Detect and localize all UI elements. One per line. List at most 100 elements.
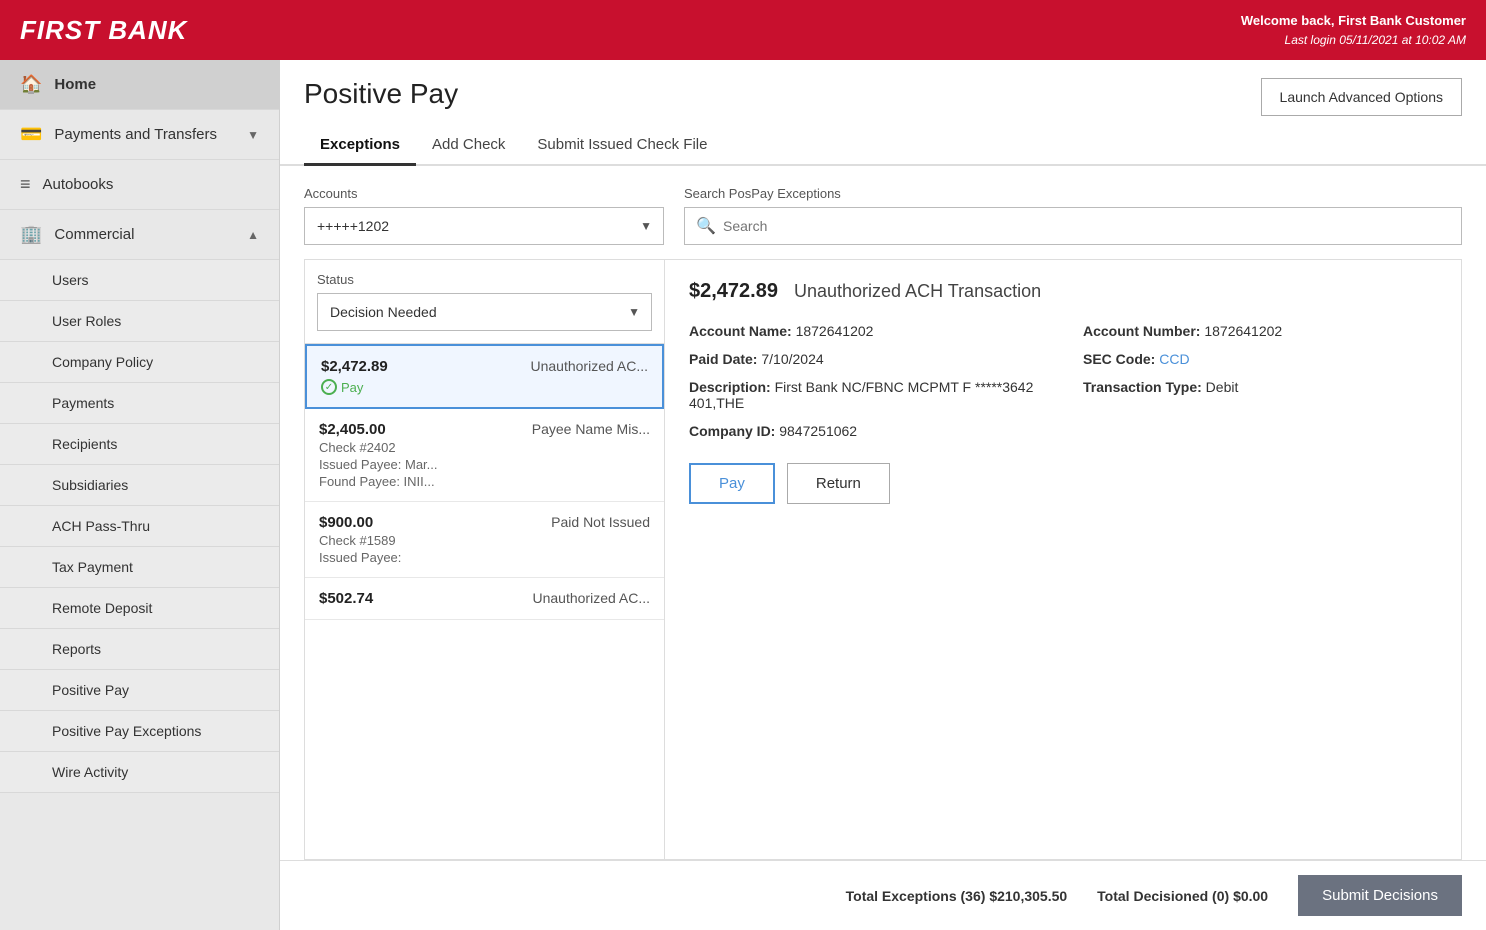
pay-button[interactable]: Pay: [689, 463, 775, 504]
search-label: Search PosPay Exceptions: [684, 186, 1462, 201]
sec-code-value[interactable]: CCD: [1159, 351, 1189, 367]
sidebar-item-commercial-label: Commercial: [54, 226, 134, 243]
sidebar-item-users-label: Users: [52, 272, 89, 288]
company-id-value: 9847251062: [779, 423, 857, 439]
exception-badge-label: Pay: [341, 380, 363, 395]
sidebar-item-company-policy-label: Company Policy: [52, 354, 153, 370]
last-login-text: Last login 05/11/2021 at 10:02 AM: [1241, 31, 1466, 49]
sidebar-item-home[interactable]: 🏠 Home: [0, 60, 279, 110]
sidebar-item-recipients[interactable]: Recipients: [0, 424, 279, 465]
sidebar-item-reports-label: Reports: [52, 641, 101, 657]
total-decisioned-amount: $0.00: [1233, 888, 1268, 904]
total-decisioned-label: Total Decisioned: [1097, 888, 1208, 904]
sidebar-item-wire-activity[interactable]: Wire Activity: [0, 752, 279, 793]
sidebar-item-positive-pay-exceptions[interactable]: Positive Pay Exceptions: [0, 711, 279, 752]
exception-item[interactable]: $2,405.00 Payee Name Mis... Check #2402 …: [305, 409, 664, 502]
detail-field-company-id: Company ID: 9847251062: [689, 423, 1043, 439]
sidebar-item-autobooks[interactable]: ≡ Autobooks: [0, 160, 279, 210]
sidebar-item-payments-sub[interactable]: Payments: [0, 383, 279, 424]
chevron-up-icon: ▲: [247, 228, 259, 242]
sidebar: 🏠 Home 💳 Payments and Transfers ▼ ≡ Auto…: [0, 60, 280, 930]
sidebar-item-subsidiaries-label: Subsidiaries: [52, 477, 128, 493]
exception-item[interactable]: $502.74 Unauthorized AC...: [305, 578, 664, 620]
body-layout: 🏠 Home 💳 Payments and Transfers ▼ ≡ Auto…: [0, 60, 1486, 930]
sidebar-item-positive-pay[interactable]: Positive Pay: [0, 670, 279, 711]
sidebar-item-tax-payment[interactable]: Tax Payment: [0, 547, 279, 588]
search-icon: 🔍: [696, 216, 716, 236]
tab-submit-issued-check-file[interactable]: Submit Issued Check File: [521, 126, 723, 166]
exception-sub2: Issued Payee:: [319, 550, 650, 565]
right-panel: $2,472.89 Unauthorized ACH Transaction A…: [665, 260, 1461, 859]
exception-amount: $900.00: [319, 514, 373, 531]
exception-type: Unauthorized AC...: [532, 590, 650, 607]
exception-item[interactable]: $900.00 Paid Not Issued Check #1589 Issu…: [305, 502, 664, 578]
sidebar-item-user-roles[interactable]: User Roles: [0, 301, 279, 342]
paid-date-value: 7/10/2024: [761, 351, 823, 367]
sec-code-label: SEC Code:: [1083, 351, 1155, 367]
tab-add-check[interactable]: Add Check: [416, 126, 521, 166]
commercial-icon: 🏢: [20, 224, 42, 245]
chevron-down-icon: ▼: [247, 128, 259, 142]
status-section: Status Decision Needed ▼: [305, 260, 664, 344]
total-exceptions-stat: Total Exceptions (36) $210,305.50: [846, 888, 1068, 904]
exception-amount: $2,472.89: [321, 358, 388, 375]
paid-date-label: Paid Date:: [689, 351, 757, 367]
exception-item[interactable]: $2,472.89 Unauthorized AC... ✓ Pay: [305, 344, 664, 409]
sidebar-item-payments[interactable]: 💳 Payments and Transfers ▼: [0, 110, 279, 160]
page-header: Positive Pay Launch Advanced Options: [280, 60, 1486, 116]
detail-field-description: Description: First Bank NC/FBNC MCPMT F …: [689, 379, 1043, 411]
accounts-label: Accounts: [304, 186, 664, 201]
sidebar-item-ach-pass-thru-label: ACH Pass-Thru: [52, 518, 150, 534]
sidebar-item-recipients-label: Recipients: [52, 436, 117, 452]
payments-icon: 💳: [20, 124, 42, 145]
status-label: Status: [317, 272, 652, 287]
sidebar-item-remote-deposit[interactable]: Remote Deposit: [0, 588, 279, 629]
detail-field-account-number: Account Number: 1872641202: [1083, 323, 1437, 339]
sidebar-item-wire-activity-label: Wire Activity: [52, 764, 128, 780]
total-decisioned-count: (0): [1212, 888, 1229, 904]
sidebar-item-remote-deposit-label: Remote Deposit: [52, 600, 152, 616]
exception-type: Payee Name Mis...: [532, 421, 650, 438]
main-content: Positive Pay Launch Advanced Options Exc…: [280, 60, 1486, 930]
detail-field-sec-code: SEC Code: CCD: [1083, 351, 1437, 367]
top-header: FIRST BANK Welcome back, First Bank Cust…: [0, 0, 1486, 60]
sidebar-item-reports[interactable]: Reports: [0, 629, 279, 670]
account-name-value: 1872641202: [796, 323, 874, 339]
exception-amount: $2,405.00: [319, 421, 386, 438]
accounts-field: Accounts +++++1202 ▼: [304, 186, 664, 245]
sidebar-item-user-roles-label: User Roles: [52, 313, 121, 329]
sidebar-item-tax-payment-label: Tax Payment: [52, 559, 133, 575]
sidebar-item-payments-label: Payments and Transfers: [54, 126, 217, 143]
search-input[interactable]: [684, 207, 1462, 245]
two-col-panel: Status Decision Needed ▼ $2,472.89: [304, 259, 1462, 860]
sidebar-item-subsidiaries[interactable]: Subsidiaries: [0, 465, 279, 506]
sidebar-item-commercial[interactable]: 🏢 Commercial ▲: [0, 210, 279, 260]
launch-advanced-options-button[interactable]: Launch Advanced Options: [1261, 78, 1462, 116]
exception-sub1: Check #2402: [319, 440, 650, 455]
status-select[interactable]: Decision Needed: [317, 293, 652, 331]
sidebar-item-users[interactable]: Users: [0, 260, 279, 301]
sidebar-item-home-label: Home: [54, 76, 96, 93]
account-name-label: Account Name:: [689, 323, 792, 339]
detail-field-account-name: Account Name: 1872641202: [689, 323, 1043, 339]
sidebar-item-autobooks-label: Autobooks: [43, 176, 114, 193]
sidebar-item-company-policy[interactable]: Company Policy: [0, 342, 279, 383]
footer-bar: Total Exceptions (36) $210,305.50 Total …: [280, 860, 1486, 930]
exceptions-list: $2,472.89 Unauthorized AC... ✓ Pay $: [305, 344, 664, 859]
total-exceptions-label: Total Exceptions: [846, 888, 957, 904]
total-decisioned-stat: Total Decisioned (0) $0.00: [1097, 888, 1268, 904]
sidebar-item-ach-pass-thru[interactable]: ACH Pass-Thru: [0, 506, 279, 547]
page-title: Positive Pay: [304, 78, 458, 110]
pay-badge-icon: ✓: [321, 379, 337, 395]
detail-field-transaction-type: Transaction Type: Debit: [1083, 379, 1437, 411]
submit-decisions-button[interactable]: Submit Decisions: [1298, 875, 1462, 916]
accounts-select[interactable]: +++++1202: [304, 207, 664, 245]
filters-row: Accounts +++++1202 ▼ Search PosPay Excep…: [304, 186, 1462, 245]
tab-exceptions[interactable]: Exceptions: [304, 126, 416, 166]
content-area: Accounts +++++1202 ▼ Search PosPay Excep…: [280, 166, 1486, 860]
sidebar-item-positive-pay-label: Positive Pay: [52, 682, 129, 698]
total-exceptions-count: (36): [961, 888, 986, 904]
exception-badge: ✓ Pay: [321, 379, 363, 395]
return-button[interactable]: Return: [787, 463, 890, 504]
sidebar-item-positive-pay-exceptions-label: Positive Pay Exceptions: [52, 723, 201, 739]
